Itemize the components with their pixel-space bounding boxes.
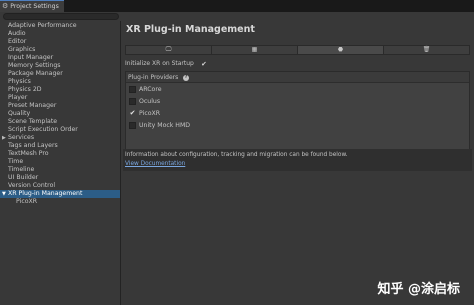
sidebar-item-picoxr[interactable]: PicoXR bbox=[0, 198, 120, 206]
sidebar-item-ui-builder[interactable]: UI Builder bbox=[0, 174, 120, 182]
sidebar-item-quality[interactable]: Quality bbox=[0, 110, 120, 118]
provider-oculus[interactable]: Oculus bbox=[129, 97, 329, 106]
sidebar-item-timeline[interactable]: Timeline bbox=[0, 166, 120, 174]
checkmark-icon: ✔ bbox=[201, 60, 207, 68]
sidebar-item-audio[interactable]: Audio bbox=[0, 30, 120, 38]
tab-standalone[interactable]: 🖵 bbox=[125, 45, 211, 55]
plugin-providers-panel: Plug-in Providers ? ARCore Oculus ✔ Pico… bbox=[125, 71, 470, 153]
toolbar bbox=[0, 12, 474, 21]
collapse-arrow-icon[interactable]: ▼ bbox=[2, 190, 6, 198]
sidebar-item-version-control[interactable]: Version Control bbox=[0, 182, 120, 190]
platform-tabs: 🖵 ▦ ⬣ 🗑 bbox=[125, 45, 470, 55]
tab-android[interactable]: ⬣ bbox=[297, 45, 383, 55]
expand-arrow-icon[interactable]: ▶ bbox=[2, 134, 6, 142]
initialize-xr-label: Initialize XR on Startup bbox=[125, 60, 194, 67]
plugin-providers-label: Plug-in Providers bbox=[128, 74, 179, 81]
provider-unity-mock-hmd[interactable]: Unity Mock HMD bbox=[129, 121, 329, 130]
provider-label: PicoXR bbox=[139, 110, 161, 117]
gear-icon: ⚙ bbox=[2, 2, 9, 10]
watermark: 知乎 @涂启标 bbox=[377, 282, 460, 297]
sidebar-item-time[interactable]: Time bbox=[0, 158, 120, 166]
project-settings-window: ⚙ Project Settings Adaptive Performance … bbox=[0, 0, 474, 305]
page-title: XR Plug-in Management bbox=[126, 24, 255, 35]
trash-icon: 🗑 bbox=[422, 46, 431, 53]
provider-arcore[interactable]: ARCore bbox=[129, 85, 329, 94]
sidebar-item-editor[interactable]: Editor bbox=[0, 38, 120, 46]
info-text: Information about configuration, trackin… bbox=[125, 152, 348, 158]
settings-content: XR Plug-in Management 🖵 ▦ ⬣ 🗑 Initialize… bbox=[121, 21, 474, 305]
provider-checkbox[interactable] bbox=[129, 86, 136, 93]
sidebar-item-physics[interactable]: Physics bbox=[0, 78, 120, 86]
sidebar-item-script-execution-order[interactable]: Script Execution Order bbox=[0, 126, 120, 134]
view-documentation-link[interactable]: View Documentation bbox=[125, 161, 185, 167]
sidebar-item-adaptive-performance[interactable]: Adaptive Performance bbox=[0, 22, 120, 30]
search-input[interactable] bbox=[3, 13, 119, 20]
sidebar-item-services[interactable]: ▶ Services bbox=[0, 134, 120, 142]
sidebar-item-preset-manager[interactable]: Preset Manager bbox=[0, 102, 120, 110]
provider-label: ARCore bbox=[139, 86, 162, 93]
sidebar-item-player[interactable]: Player bbox=[0, 94, 120, 102]
provider-label: Unity Mock HMD bbox=[139, 122, 191, 129]
provider-picoxr[interactable]: ✔ PicoXR bbox=[129, 109, 329, 118]
initialize-xr-checkbox[interactable]: ✔ bbox=[200, 60, 208, 68]
sidebar-item-package-manager[interactable]: Package Manager bbox=[0, 70, 120, 78]
settings-sidebar: Adaptive Performance Audio Editor Graphi… bbox=[0, 21, 120, 305]
android-icon: ⬣ bbox=[337, 46, 344, 53]
monitor-icon: 🖵 bbox=[165, 46, 172, 53]
title-bar: ⚙ Project Settings bbox=[0, 0, 474, 12]
sidebar-item-physics-2d[interactable]: Physics 2D bbox=[0, 86, 120, 94]
project-settings-tab[interactable]: ⚙ Project Settings bbox=[0, 0, 64, 12]
sidebar-item-textmesh-pro[interactable]: TextMesh Pro bbox=[0, 150, 120, 158]
tab-uwp[interactable]: ▦ bbox=[211, 45, 297, 55]
provider-label: Oculus bbox=[139, 98, 161, 105]
info-box: Information about configuration, trackin… bbox=[123, 149, 472, 171]
plugin-providers-header: Plug-in Providers ? bbox=[126, 72, 469, 83]
grid-icon: ▦ bbox=[251, 46, 258, 53]
sidebar-item-tags-and-layers[interactable]: Tags and Layers bbox=[0, 142, 120, 150]
sidebar-item-input-manager[interactable]: Input Manager bbox=[0, 54, 120, 62]
tab-other-platform[interactable]: 🗑 bbox=[383, 45, 470, 55]
provider-checkbox[interactable] bbox=[129, 122, 136, 129]
sidebar-item-graphics[interactable]: Graphics bbox=[0, 46, 120, 54]
provider-checkbox[interactable]: ✔ bbox=[129, 110, 136, 117]
sidebar-item-xr-plug-in-management[interactable]: ▼ XR Plug-in Management bbox=[0, 190, 120, 198]
provider-checkbox[interactable] bbox=[129, 98, 136, 105]
tab-title: Project Settings bbox=[10, 3, 59, 10]
help-icon[interactable]: ? bbox=[183, 75, 189, 81]
sidebar-item-scene-template[interactable]: Scene Template bbox=[0, 118, 120, 126]
sidebar-item-memory-settings[interactable]: Memory Settings bbox=[0, 62, 120, 70]
